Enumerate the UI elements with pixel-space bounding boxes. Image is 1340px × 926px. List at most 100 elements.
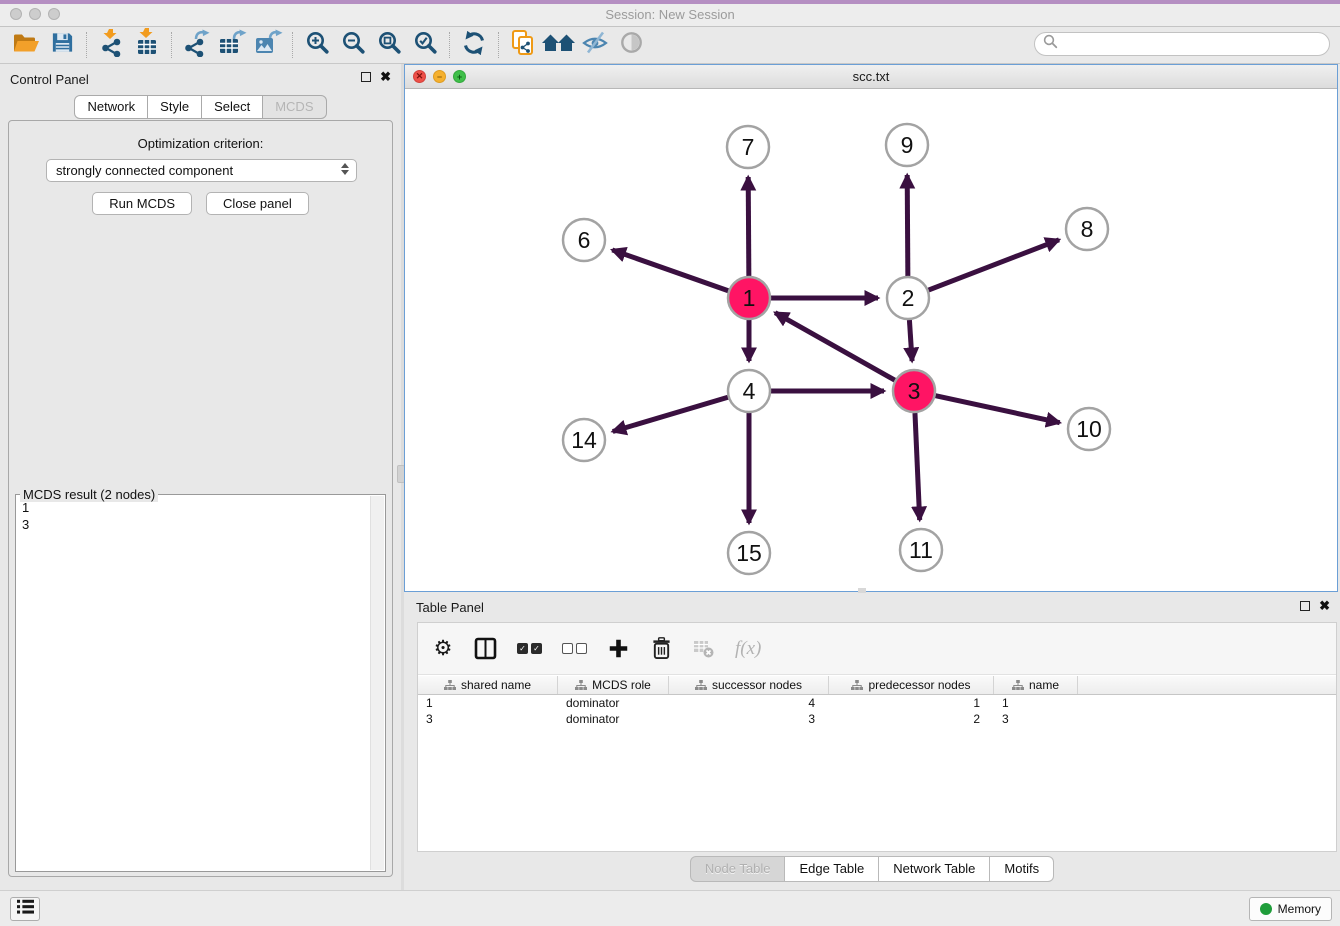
edge-3-11[interactable]	[915, 413, 920, 520]
toolbar-separator	[292, 32, 293, 58]
edge-3-10[interactable]	[935, 396, 1059, 423]
table-settings-icon[interactable]: ⚙	[432, 636, 454, 662]
export-table-icon	[218, 29, 247, 62]
zoom-selected-button[interactable]	[407, 29, 443, 61]
refresh-button[interactable]	[456, 29, 492, 61]
column-header-shared-name[interactable]: shared name	[418, 676, 558, 694]
column-header-MCDS-role[interactable]: MCDS role	[558, 676, 669, 694]
node-9[interactable]: 9	[886, 124, 928, 166]
cell-MCDS-role[interactable]: dominator	[558, 711, 669, 727]
close-table-panel-icon[interactable]: ✖	[1319, 600, 1330, 612]
close-panel-button[interactable]: Close panel	[206, 192, 309, 215]
eye-disabled-icon	[619, 30, 644, 60]
node-10[interactable]: 10	[1068, 408, 1110, 450]
network-documents-button[interactable]	[505, 29, 541, 61]
node-3[interactable]: 3	[893, 370, 935, 412]
cell-name[interactable]: 1	[994, 695, 1078, 711]
memory-button[interactable]: Memory	[1249, 897, 1332, 921]
cell-predecessor-nodes[interactable]: 2	[829, 711, 994, 727]
import-network-icon	[98, 28, 124, 62]
node-15[interactable]: 15	[728, 532, 770, 574]
toolbar-separator	[498, 32, 499, 58]
run-mcds-button[interactable]: Run MCDS	[92, 192, 192, 215]
cell-successor-nodes[interactable]: 4	[669, 695, 829, 711]
deselect-all-icon[interactable]	[562, 636, 587, 662]
import-table-icon	[134, 28, 160, 62]
cell-shared-name[interactable]: 3	[418, 711, 558, 727]
edge-4-14[interactable]	[613, 397, 728, 431]
tab-style[interactable]: Style	[148, 95, 202, 119]
edge-2-8[interactable]	[929, 240, 1059, 290]
tab-network-table[interactable]: Network Table	[879, 856, 990, 882]
edge-2-3[interactable]	[909, 320, 912, 361]
network-resize-handle[interactable]	[858, 588, 866, 593]
search-input[interactable]	[1063, 34, 1329, 54]
cell-MCDS-role[interactable]: dominator	[558, 695, 669, 711]
close-panel-icon[interactable]: ✖	[380, 71, 391, 83]
zoom-in-button[interactable]	[299, 29, 335, 61]
import-table-button[interactable]	[129, 29, 165, 61]
tab-select[interactable]: Select	[202, 95, 263, 119]
delete-table-icon	[692, 636, 715, 662]
delete-icon[interactable]	[650, 636, 672, 662]
cell-shared-name[interactable]: 1	[418, 695, 558, 711]
import-network-button[interactable]	[93, 29, 129, 61]
select-all-icon[interactable]: ✓✓	[517, 636, 542, 662]
zoom-fit-button[interactable]	[371, 29, 407, 61]
edge-1-7[interactable]	[748, 177, 749, 276]
column-header-name[interactable]: name	[994, 676, 1078, 694]
table-row[interactable]: 3dominator323	[418, 711, 1336, 727]
tab-edge-table[interactable]: Edge Table	[785, 856, 879, 882]
tab-mcds[interactable]: MCDS	[263, 95, 326, 119]
tab-node-table[interactable]: Node Table	[690, 856, 786, 882]
mcds-result-scrollbar[interactable]	[370, 496, 384, 870]
memory-label: Memory	[1278, 902, 1321, 916]
tab-network[interactable]: Network	[74, 95, 148, 119]
task-history-button[interactable]	[10, 897, 40, 921]
edge-3-1[interactable]	[775, 313, 895, 380]
add-column-icon[interactable]	[607, 636, 630, 662]
column-header-successor-nodes[interactable]: successor nodes	[669, 676, 829, 694]
table-row[interactable]: 1dominator411	[418, 695, 1336, 711]
optimization-criterion-dropdown[interactable]: strongly connected component	[46, 159, 357, 182]
cell-predecessor-nodes[interactable]: 1	[829, 695, 994, 711]
export-table-button[interactable]	[214, 29, 250, 61]
column-header-predecessor-nodes[interactable]: predecessor nodes	[829, 676, 994, 694]
edge-2-9[interactable]	[907, 175, 908, 276]
save-session-button[interactable]	[44, 29, 80, 61]
node-1[interactable]: 1	[728, 277, 770, 319]
cell-name[interactable]: 3	[994, 711, 1078, 727]
node-2[interactable]: 2	[887, 277, 929, 319]
hierarchy-icon	[1012, 680, 1024, 691]
export-network-button[interactable]	[178, 29, 214, 61]
show-columns-icon[interactable]	[474, 636, 497, 662]
node-6[interactable]: 6	[563, 219, 605, 261]
network-window-titlebar[interactable]: ✕ − + scc.txt	[405, 65, 1337, 89]
table-panel-header: Table Panel ✖	[404, 594, 1340, 620]
node-4[interactable]: 4	[728, 370, 770, 412]
cell-successor-nodes[interactable]: 3	[669, 711, 829, 727]
edge-1-6[interactable]	[612, 250, 728, 291]
svg-text:1: 1	[743, 285, 756, 311]
svg-text:2: 2	[902, 285, 915, 311]
zoom-out-button[interactable]	[335, 29, 371, 61]
node-11[interactable]: 11	[900, 529, 942, 571]
tab-motifs[interactable]: Motifs	[990, 856, 1054, 882]
hide-graphics-details-button[interactable]	[577, 29, 613, 61]
mcds-result-text[interactable]: 1 3	[18, 499, 369, 869]
home-icon-button[interactable]	[541, 29, 577, 61]
mcds-panel: Optimization criterion: strongly connect…	[8, 120, 393, 877]
node-table[interactable]: shared nameMCDS rolesuccessor nodesprede…	[418, 676, 1336, 851]
float-table-panel-icon[interactable]	[1300, 601, 1310, 611]
table-panel-tabs: Node TableEdge TableNetwork TableMotifs	[404, 856, 1340, 882]
node-8[interactable]: 8	[1066, 208, 1108, 250]
network-graph[interactable]: 7 9 6 8 1 2 4 3 14 10 15 11	[405, 90, 1337, 591]
node-7[interactable]: 7	[727, 126, 769, 168]
open-session-button[interactable]	[8, 29, 44, 61]
export-image-button[interactable]	[250, 29, 286, 61]
show-view-button[interactable]	[613, 29, 649, 61]
float-panel-icon[interactable]	[361, 72, 371, 82]
search-field[interactable]	[1034, 32, 1330, 56]
node-14[interactable]: 14	[563, 419, 605, 461]
save-disk-icon	[50, 30, 75, 60]
